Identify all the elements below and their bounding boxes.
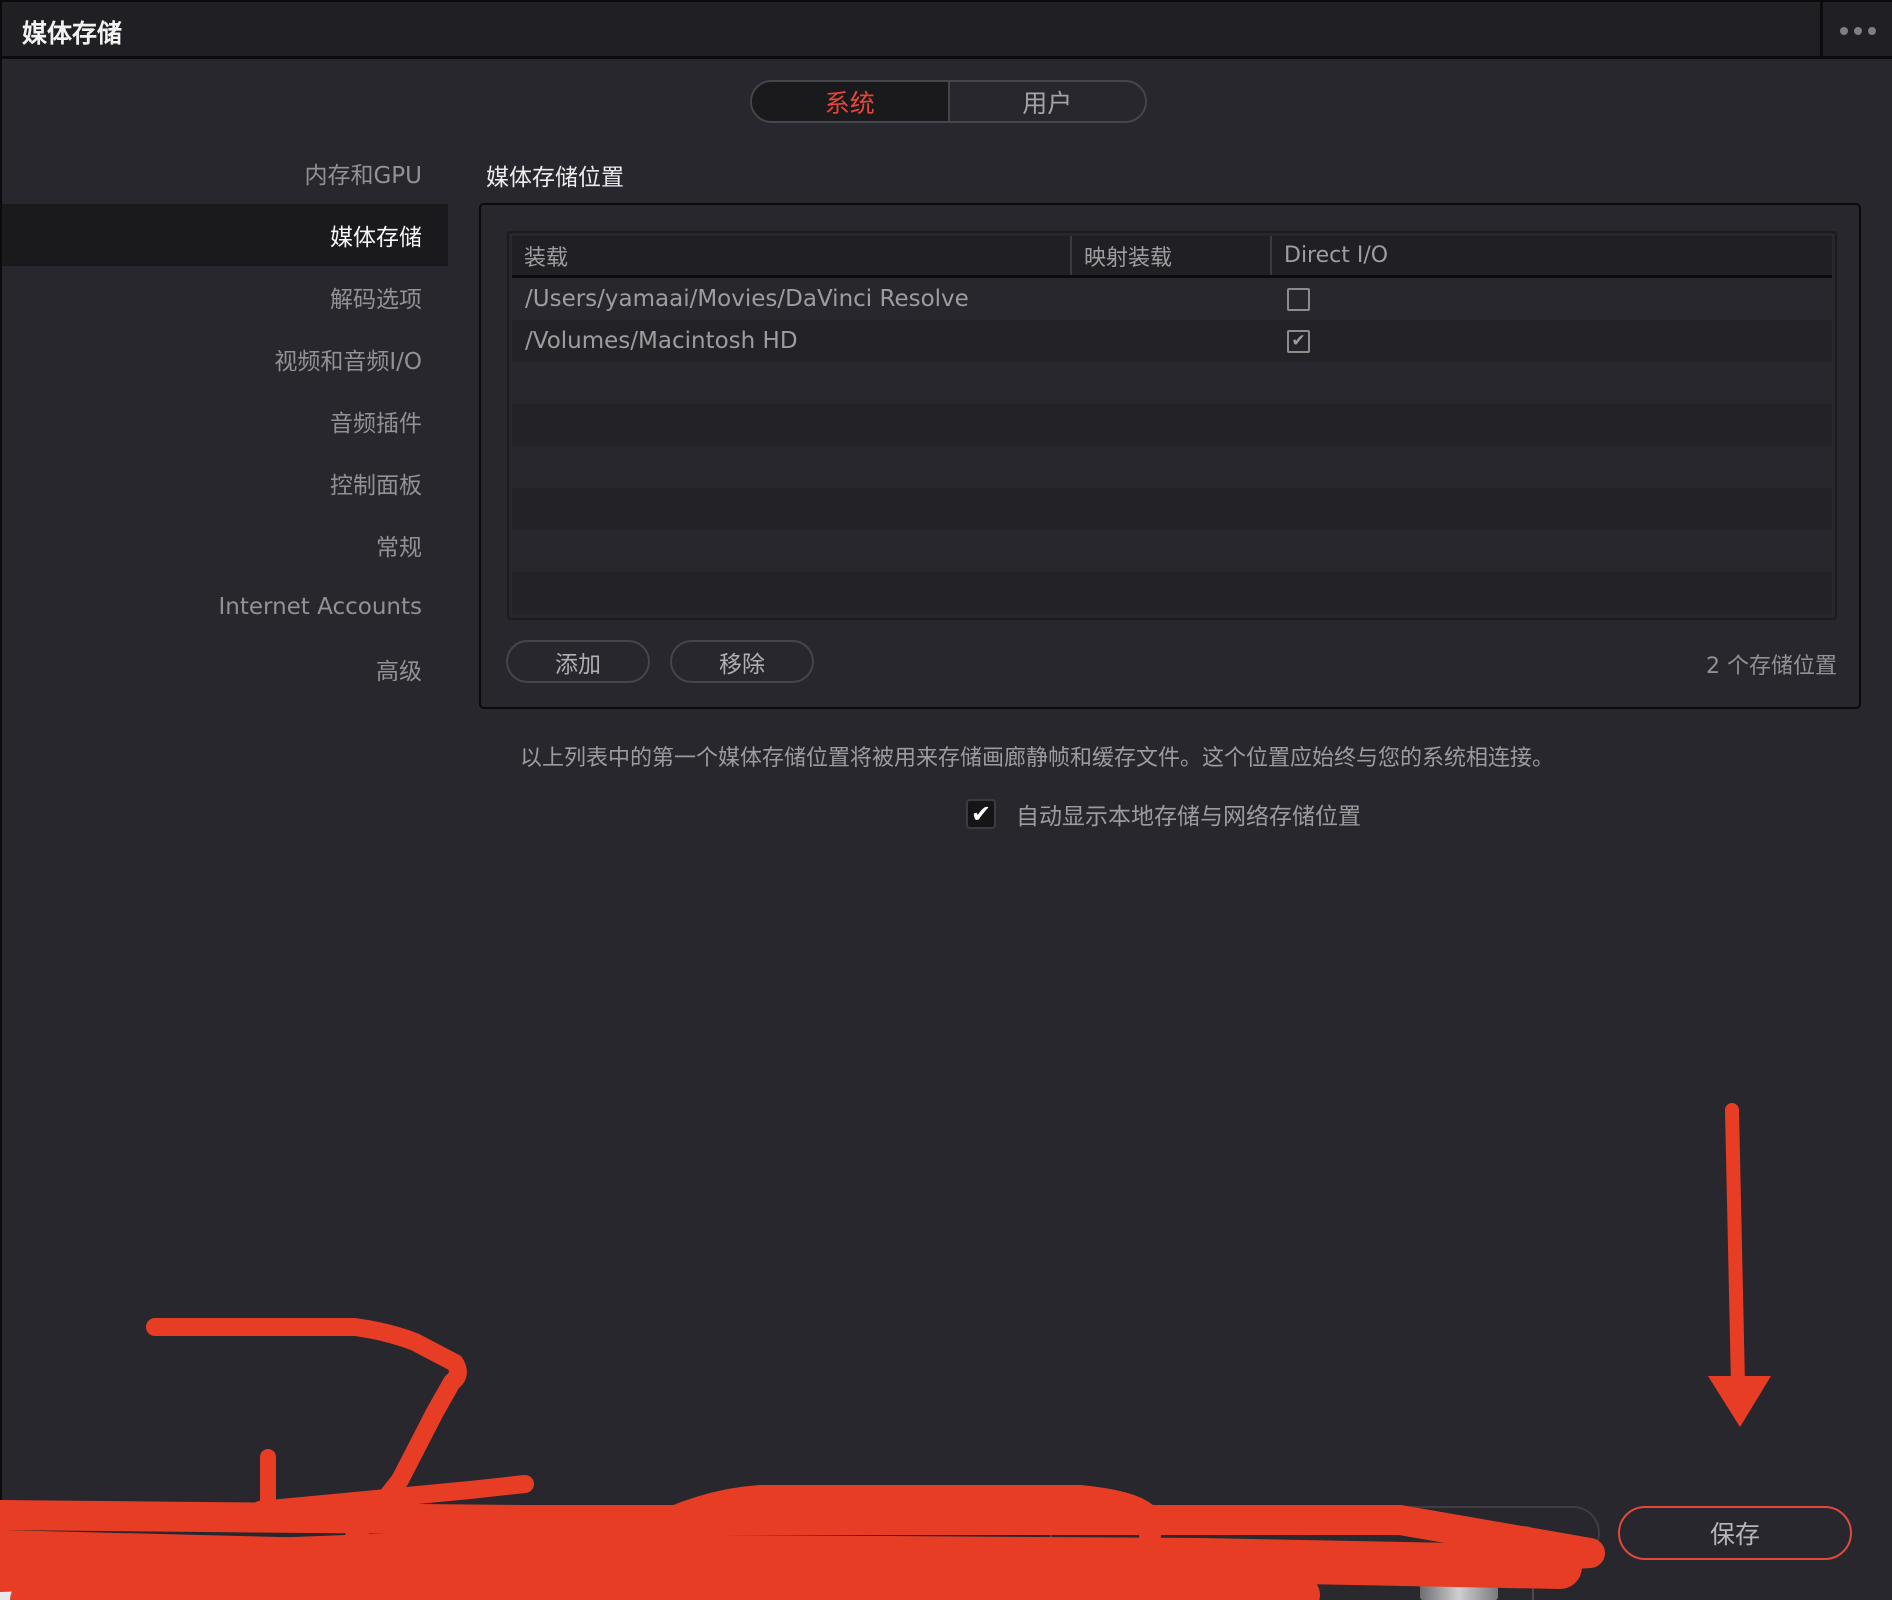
- more-horizontal-icon: [1867, 26, 1876, 35]
- system-user-segmented-control: 系统 用户: [750, 80, 1147, 123]
- checkmark-icon: ✔: [970, 800, 992, 828]
- auto-show-option: ✔ 自动显示本地存储与网络存储位置: [966, 797, 1361, 831]
- direct-io-checkbox[interactable]: [1287, 288, 1310, 311]
- table-header: 装载 映射装载 Direct I/O: [512, 236, 1832, 278]
- preferences-window: 媒体存储 系统 用户 内存和GPU 媒体存储 解码选项 视频和音频I/O 音频插…: [2, 2, 1892, 1600]
- sidebar-item-decode-options[interactable]: 解码选项: [2, 266, 448, 328]
- empty-row: [512, 446, 1832, 488]
- column-header-mapped-mount[interactable]: 映射装载: [1072, 236, 1272, 275]
- save-button[interactable]: 保存: [1618, 1506, 1852, 1560]
- storage-count: 2 个存储位置: [1706, 654, 1837, 679]
- sidebar-item-internet-accounts[interactable]: Internet Accounts: [2, 576, 448, 638]
- sidebar-item-media-storage[interactable]: 媒体存储: [2, 204, 448, 266]
- direct-io-checkbox[interactable]: ✔: [1287, 330, 1310, 353]
- mount-path: /Users/yamaai/Movies/DaVinci Resolve: [525, 286, 969, 312]
- storage-locations-table: 装载 映射装载 Direct I/O /Users/yamaai/Movies/…: [507, 231, 1837, 620]
- empty-row: [512, 404, 1832, 446]
- sidebar-item-audio-plugins[interactable]: 音频插件: [2, 390, 448, 452]
- mount-path: /Volumes/Macintosh HD: [525, 328, 798, 354]
- sidebar-item-control-panels[interactable]: 控制面板: [2, 452, 448, 514]
- tab-user[interactable]: 用户: [950, 82, 1146, 121]
- sidebar-item-video-audio-io[interactable]: 视频和音频I/O: [2, 328, 448, 390]
- auto-show-checkbox[interactable]: ✔: [966, 799, 996, 829]
- trash-icon: [1420, 1560, 1498, 1600]
- storage-note: 以上列表中的第一个媒体存储位置将被用来存储画廊静帧和缓存文件。这个位置应始终与您…: [520, 746, 1555, 771]
- more-horizontal-icon: [1853, 26, 1862, 35]
- empty-row: [512, 572, 1832, 614]
- more-horizontal-icon: [1839, 26, 1848, 35]
- checkmark-icon: ✔: [1291, 331, 1306, 351]
- title-bar: 媒体存储: [2, 2, 1892, 59]
- sidebar-item-general[interactable]: 常规: [2, 514, 448, 576]
- empty-row: [512, 530, 1832, 572]
- empty-row: [512, 362, 1832, 404]
- tab-system[interactable]: 系统: [752, 82, 950, 121]
- sidebar-item-advanced[interactable]: 高级: [2, 638, 448, 700]
- more-options-button[interactable]: [1823, 2, 1892, 59]
- remove-button[interactable]: 移除: [670, 640, 814, 683]
- column-header-mount[interactable]: 装载: [512, 236, 1072, 275]
- table-row[interactable]: /Volumes/Macintosh HD ✔: [512, 320, 1832, 362]
- dock-item: [0, 1552, 28, 1600]
- table-body: /Users/yamaai/Movies/DaVinci Resolve /Vo…: [512, 278, 1832, 614]
- column-header-direct-io[interactable]: Direct I/O: [1272, 236, 1832, 275]
- add-button[interactable]: 添加: [506, 640, 650, 683]
- table-row[interactable]: /Users/yamaai/Movies/DaVinci Resolve: [512, 278, 1832, 320]
- storage-locations-panel: 装载 映射装载 Direct I/O /Users/yamaai/Movies/…: [479, 203, 1861, 709]
- section-title: 媒体存储位置: [486, 165, 624, 191]
- window-title: 媒体存储: [22, 19, 123, 48]
- sidebar: 内存和GPU 媒体存储 解码选项 视频和音频I/O 音频插件 控制面板 常规 I…: [2, 142, 448, 700]
- auto-show-label[interactable]: 自动显示本地存储与网络存储位置: [1016, 797, 1361, 831]
- sidebar-item-memory-gpu[interactable]: 内存和GPU: [2, 142, 448, 204]
- empty-row: [512, 488, 1832, 530]
